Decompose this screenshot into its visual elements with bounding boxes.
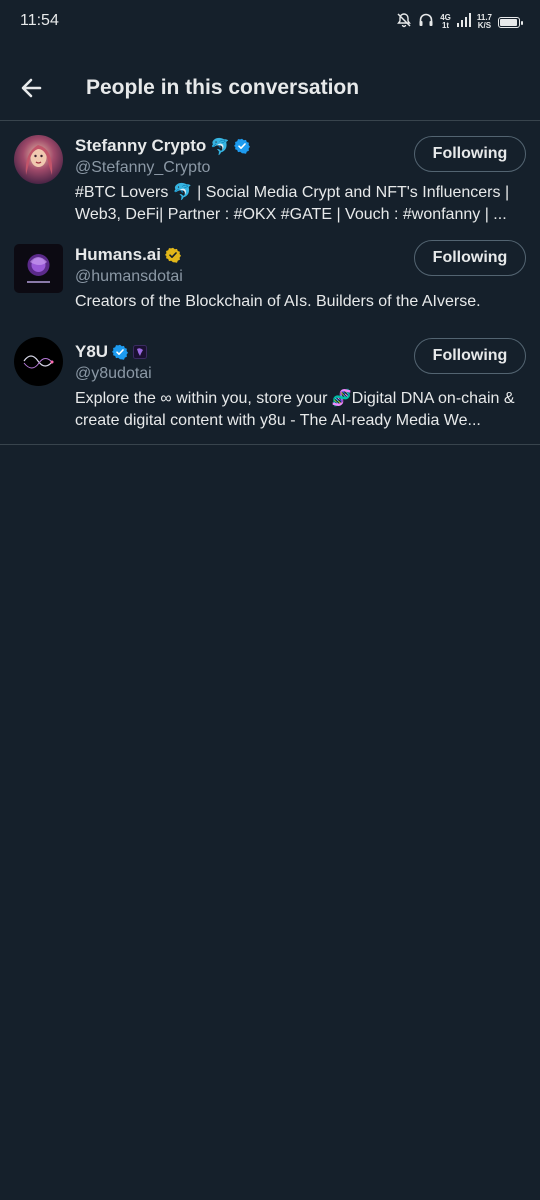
list-item[interactable]: Y8U @y8udotai Explore the ∞ within you, … xyxy=(0,313,540,432)
avatar[interactable] xyxy=(14,244,63,293)
user-bio: #BTC Lovers 🐬 | Social Media Crypt and N… xyxy=(75,184,510,223)
avatar[interactable] xyxy=(14,135,63,184)
status-icons: 4G 1t 11.7 K/S xyxy=(396,12,523,33)
network-sub-label: 1t xyxy=(441,21,450,30)
verified-badge-icon xyxy=(234,138,251,154)
list-item[interactable]: Humans.ai @humansdotai Creators of the B… xyxy=(0,226,540,313)
battery-level xyxy=(500,18,518,26)
following-button[interactable]: Following xyxy=(414,338,526,374)
user-bio: Explore the ∞ within you, store your 🧬Di… xyxy=(75,390,515,429)
verified-badge-icon xyxy=(112,344,129,360)
headset-icon xyxy=(418,12,434,33)
mute-icon xyxy=(396,12,412,33)
verified-badge-gold-icon xyxy=(164,247,181,263)
list-item[interactable]: Stefanny Crypto 🐬 @Stefanny_Crypto #BTC … xyxy=(0,121,540,226)
user-bio: Creators of the Blockchain of AIs. Build… xyxy=(75,293,481,310)
dolphin-emoji: 🐬 xyxy=(210,136,231,156)
people-list: Stefanny Crypto 🐬 @Stefanny_Crypto #BTC … xyxy=(0,121,540,445)
status-bar: 11:54 4G 1t 11.7 K/S xyxy=(0,0,540,44)
signal-icon xyxy=(456,12,471,32)
battery-icon xyxy=(498,16,523,28)
user-name: Y8U xyxy=(75,342,109,361)
network-type: 4G 1t xyxy=(440,14,451,30)
avatar[interactable] xyxy=(14,337,63,386)
user-name: Stefanny Crypto xyxy=(75,136,207,155)
user-name: Humans.ai xyxy=(75,245,161,264)
arrow-left-icon[interactable] xyxy=(18,74,50,102)
following-button[interactable]: Following xyxy=(414,136,526,172)
page-title: People in this conversation xyxy=(86,76,360,99)
net-speed-unit: K/S xyxy=(477,21,492,30)
header: People in this conversation xyxy=(0,52,540,121)
affiliate-badge-icon xyxy=(132,344,148,360)
net-speed: 11.7 K/S xyxy=(477,14,492,30)
status-time: 11:54 xyxy=(20,12,59,29)
following-button[interactable]: Following xyxy=(414,240,526,276)
